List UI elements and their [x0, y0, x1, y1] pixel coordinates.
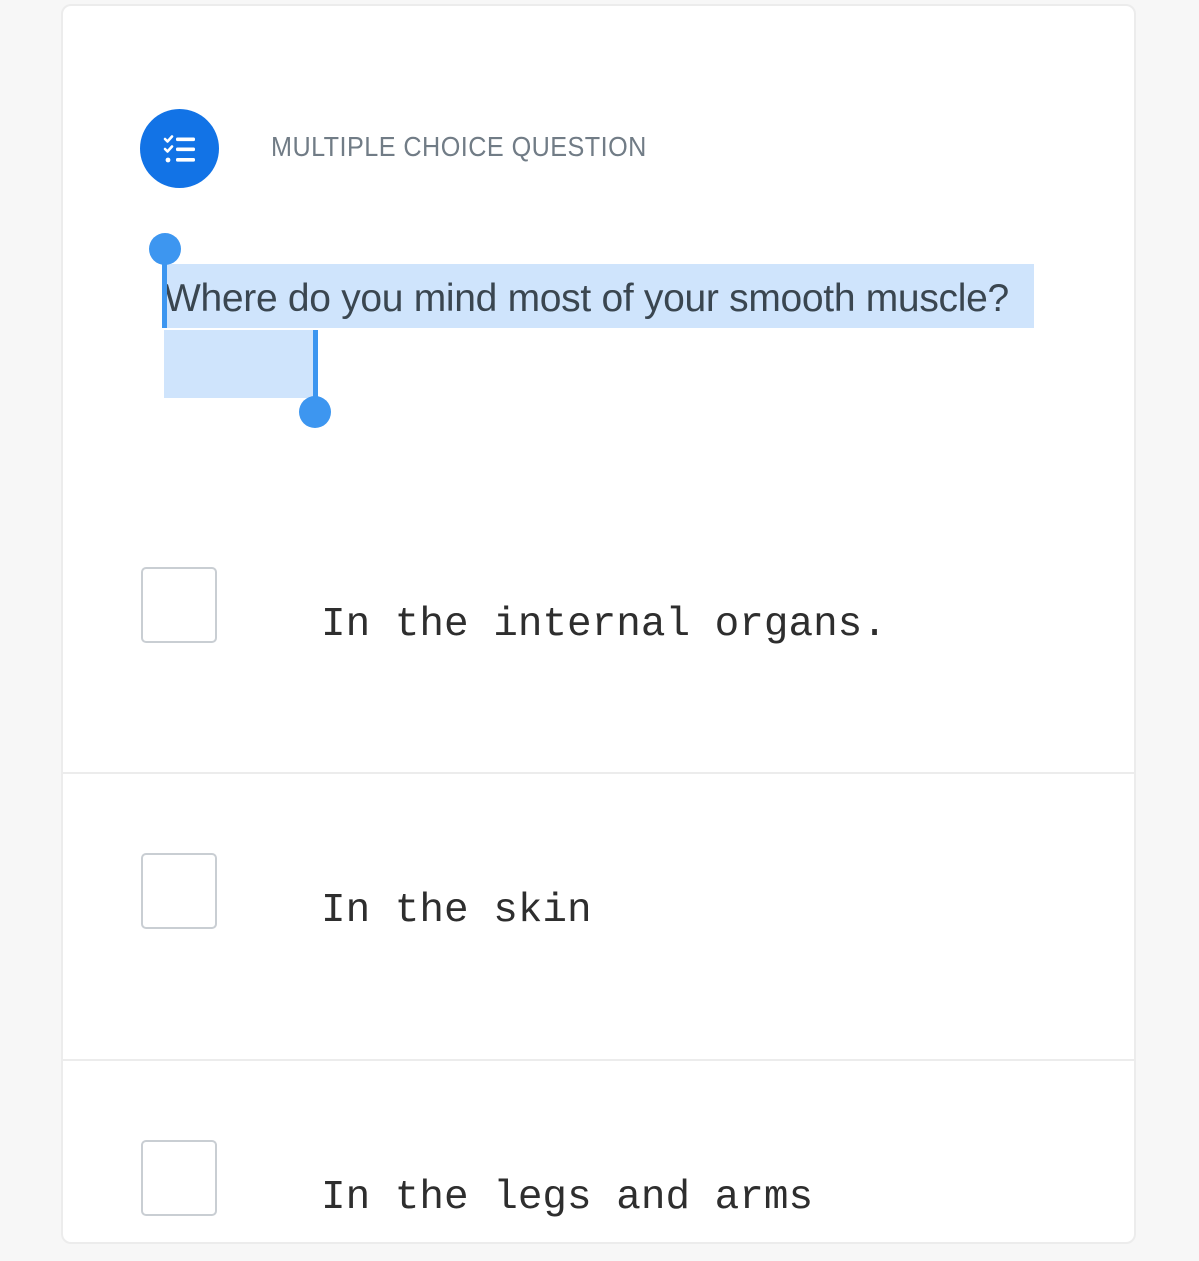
option-checkbox[interactable]: [141, 853, 217, 929]
answer-option[interactable]: In the skin: [61, 774, 1136, 1059]
option-checkbox[interactable]: [141, 1140, 217, 1216]
selection-start-handle-knob[interactable]: [149, 233, 181, 265]
answer-option[interactable]: In the legs and arms: [61, 1061, 1136, 1261]
question-text[interactable]: Where do you mind most of your smooth mu…: [164, 264, 1034, 334]
selection-end-handle[interactable]: [313, 330, 318, 398]
selection-end-handle-knob[interactable]: [299, 396, 331, 428]
option-checkbox[interactable]: [141, 567, 217, 643]
question-type-label: MULTIPLE CHOICE QUESTION: [271, 131, 647, 162]
text-selection-highlight: [164, 330, 316, 398]
answer-option[interactable]: In the internal organs.: [61, 470, 1136, 772]
selection-start-handle[interactable]: [162, 262, 167, 328]
option-label: In the skin: [321, 888, 592, 934]
option-label: In the internal organs.: [321, 602, 887, 648]
option-label: In the legs and arms: [321, 1175, 814, 1221]
checklist-icon: [140, 109, 219, 188]
